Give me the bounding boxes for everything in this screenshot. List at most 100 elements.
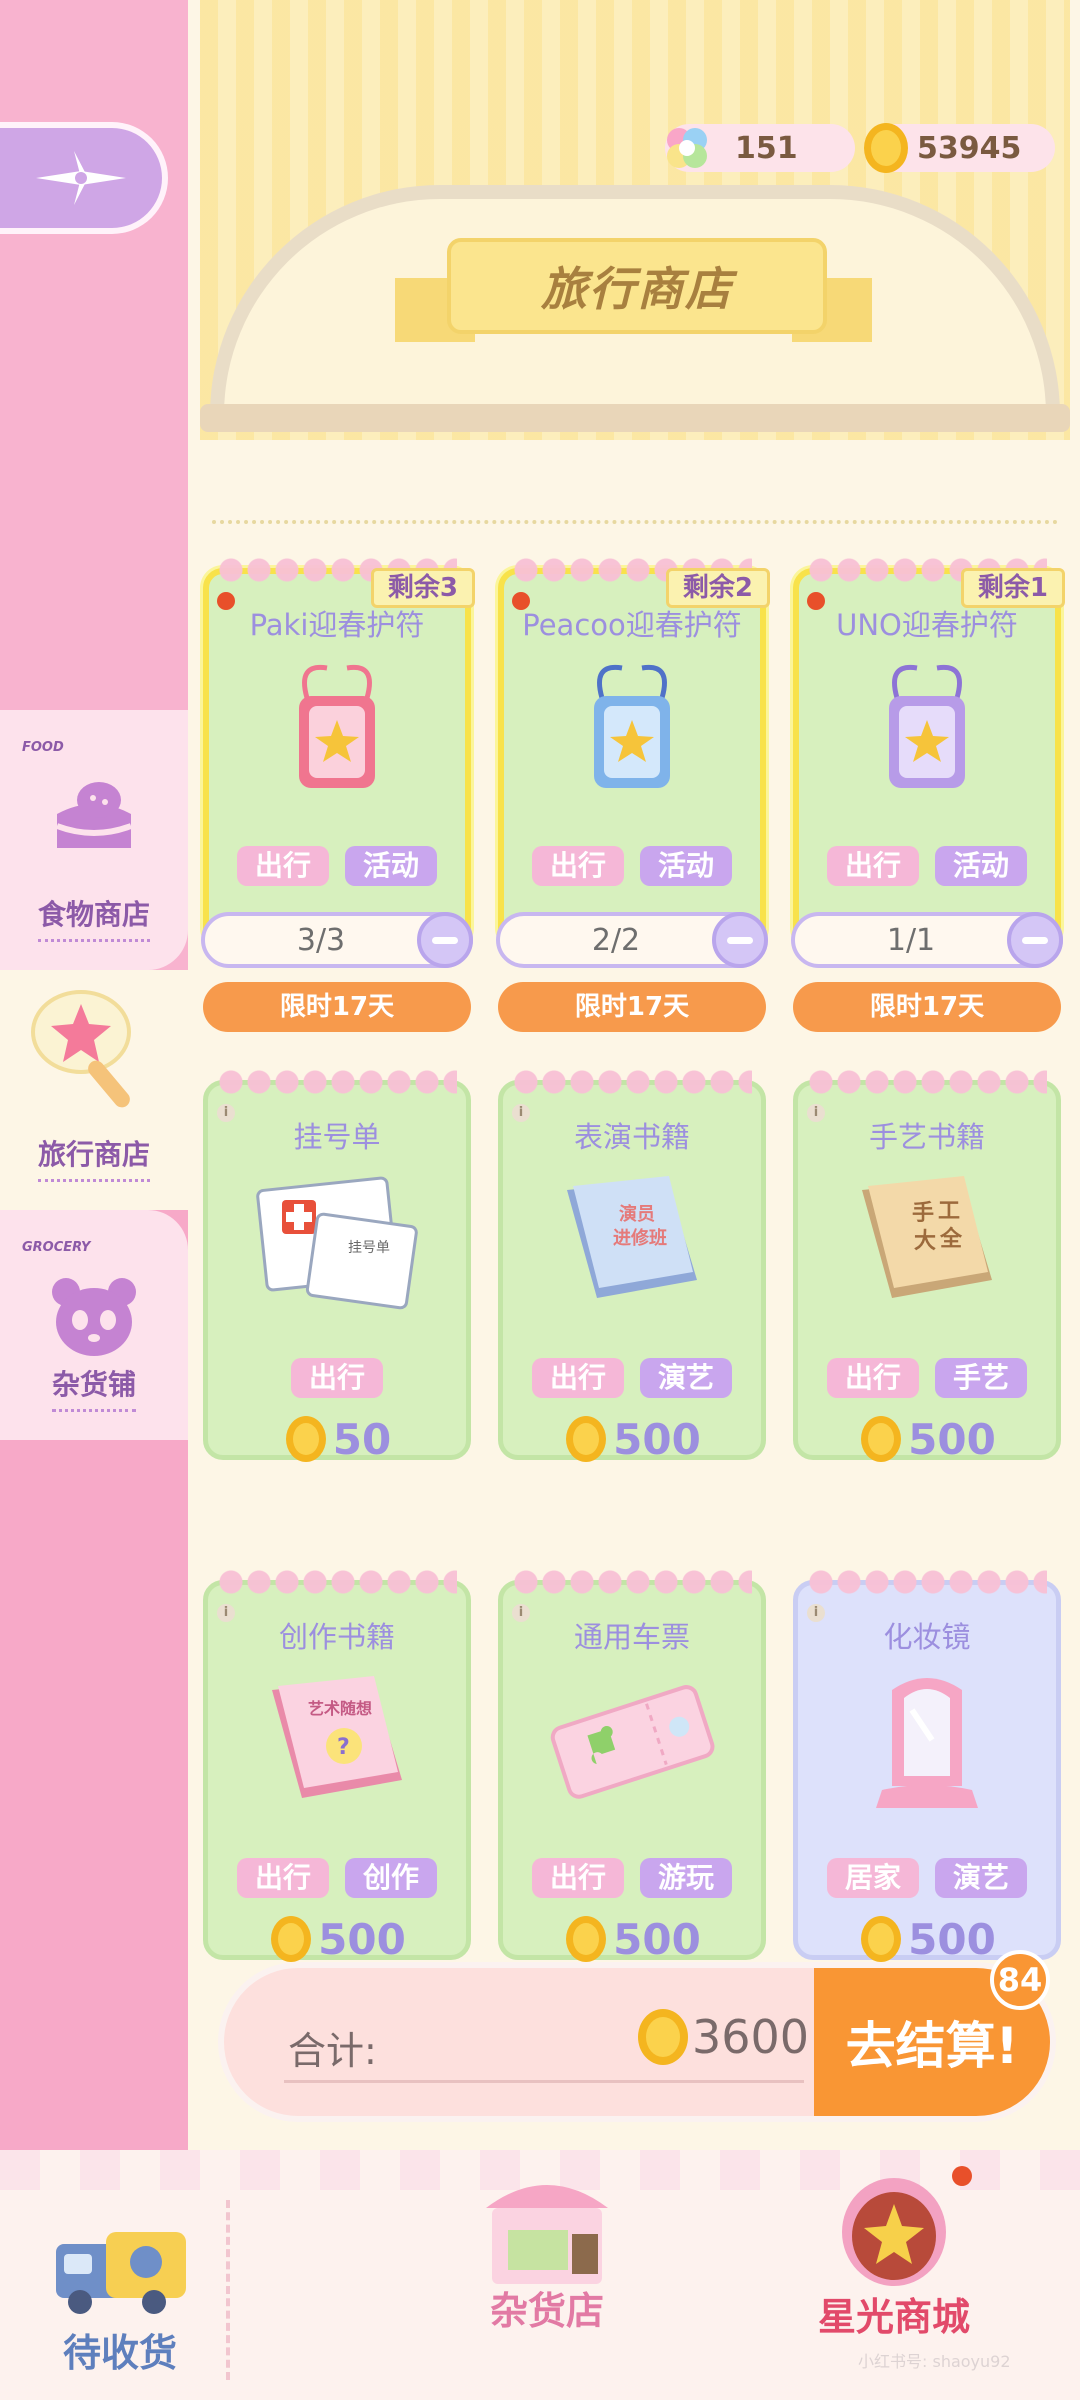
ribbon-decoration xyxy=(217,1070,457,1100)
limited-time-badge: 限时17天 xyxy=(203,982,471,1032)
form-title: 挂号单 xyxy=(348,1240,390,1256)
performance-book-icon: 演员 进修班 xyxy=(567,1176,697,1298)
product-card-peacoo-charm[interactable]: 剩余2 Peacoo迎春护符 出行 活动 2/2 xyxy=(496,558,770,968)
price: 500 xyxy=(498,1414,766,1464)
book-title-line1: 演员 xyxy=(619,1203,655,1225)
price: 50 xyxy=(203,1414,471,1464)
tag-travel: 出行 xyxy=(531,1358,624,1398)
product-card-craft-book[interactable]: i 手艺书籍 手 工 大 全 出行 手艺 500 xyxy=(793,1070,1061,1464)
price-value: 50 xyxy=(332,1414,392,1464)
creation-book-icon: 艺术随想 ? xyxy=(272,1676,402,1798)
book-title-char4: 全 xyxy=(939,1226,963,1252)
tag-row: 出行 活动 xyxy=(498,846,766,886)
page-title: 旅行商店 xyxy=(447,238,827,334)
product-card-uno-charm[interactable]: 剩余1 UNO迎春护符 出行 活动 1/1 xyxy=(791,558,1065,968)
cake-icon xyxy=(55,782,133,848)
limited-time-badge: 限时17天 xyxy=(498,982,766,1032)
tag-travel: 出行 xyxy=(236,1858,329,1898)
product-name: 创作书籍 xyxy=(278,1620,395,1654)
nav-pending-delivery[interactable]: 待收货 xyxy=(50,2226,190,2377)
product-name: 表演书籍 xyxy=(573,1120,690,1154)
sidebar-item-travel[interactable]: 旅行商店 xyxy=(0,970,188,1210)
tag-creation: 创作 xyxy=(345,1858,438,1898)
nav-label-pending: 待收货 xyxy=(62,2331,177,2375)
cart-count-badge: 84 xyxy=(990,1950,1050,2010)
price-value: 500 xyxy=(908,1414,996,1464)
product-card-creation-book[interactable]: i 创作书籍 艺术随想 ? 出行 创作 500 xyxy=(203,1570,471,1964)
craft-book-icon: 手 工 大 全 xyxy=(862,1176,992,1298)
tag-event: 活动 xyxy=(935,846,1028,886)
product-name: 手艺书籍 xyxy=(868,1120,985,1154)
minus-button[interactable] xyxy=(1007,912,1063,968)
total-value: 3600 xyxy=(692,2010,810,2064)
nav-label-starlight: 星光商城 xyxy=(818,2295,971,2339)
product-card-paki-charm[interactable]: 剩余3 Paki迎春护符 出行 活动 3/3 xyxy=(201,558,475,968)
coin-icon xyxy=(638,2009,688,2065)
limited-time-badge: 限时17天 xyxy=(793,982,1061,1032)
product-name: 通用车票 xyxy=(573,1620,690,1654)
shop-stall-icon xyxy=(486,2185,608,2284)
star-egg-icon xyxy=(842,2178,946,2286)
watermark: 小红书号: shaoyu92 xyxy=(858,2352,1011,2371)
book-title-char2: 工 xyxy=(938,1199,960,1224)
charm-icon xyxy=(594,664,670,788)
ribbon-decoration xyxy=(512,1070,752,1100)
coin-icon xyxy=(566,1416,607,1462)
product-card-performance-book[interactable]: i 表演书籍 演员 进修班 出行 演艺 500 xyxy=(498,1070,766,1464)
coin-icon xyxy=(566,1916,607,1962)
sidebar-tag-food: FOOD xyxy=(22,740,64,755)
product-card-register-form[interactable]: i 挂号单 挂号单 出行 50 xyxy=(203,1070,471,1464)
sidebar-item-food[interactable]: FOOD 食物商店 xyxy=(0,710,188,970)
product-card-vanity-mirror[interactable]: i 化妆镜 居家 演艺 500 xyxy=(793,1570,1061,1964)
sparkle-arrow-icon xyxy=(36,151,126,205)
sidebar: FOOD 食物商店 旅行商店 GROCERY 杂货铺 xyxy=(0,0,188,2150)
total-label: 合计: xyxy=(288,2029,377,2073)
tag-travel: 出行 xyxy=(531,1858,624,1898)
quantity-stepper: 3/3 xyxy=(201,912,473,968)
gem-count: 151 xyxy=(735,130,798,166)
coin-icon xyxy=(285,1416,326,1462)
star-wand-icon xyxy=(31,990,131,1108)
tag-event: 活动 xyxy=(640,846,733,886)
total-underline xyxy=(284,2080,804,2083)
product-name: 化妆镜 xyxy=(883,1620,971,1654)
ticket-icon xyxy=(550,1685,715,1799)
minus-button[interactable] xyxy=(712,912,768,968)
sidebar-label-grocery: 杂货铺 xyxy=(51,1363,136,1412)
coin-icon xyxy=(864,123,908,173)
minus-button[interactable] xyxy=(417,912,473,968)
tag-row: 出行 演艺 xyxy=(498,1358,766,1398)
book-title-char1: 手 xyxy=(912,1201,934,1226)
nav-grocery-store[interactable]: 杂货店 xyxy=(472,2168,622,2335)
tag-row: 出行 xyxy=(203,1358,471,1398)
price: 500 xyxy=(203,1914,471,1964)
tag-craft: 手艺 xyxy=(935,1358,1028,1398)
price: 500 xyxy=(498,1914,766,1964)
tag-event: 活动 xyxy=(345,846,438,886)
price-value: 500 xyxy=(318,1914,406,1964)
register-form-icon: 挂号单 xyxy=(256,1176,418,1310)
charm-icon xyxy=(889,664,965,788)
product-name: UNO迎春护符 xyxy=(836,608,1018,642)
cart-total-bar: 合计: 3600 去结算! xyxy=(218,1962,1056,2122)
tag-play: 游玩 xyxy=(640,1858,733,1898)
product-card-general-ticket[interactable]: i 通用车票 出行 游玩 500 xyxy=(498,1570,766,1964)
tag-row: 居家 演艺 xyxy=(793,1858,1061,1898)
charm-icon xyxy=(299,664,375,788)
sidebar-item-grocery[interactable]: GROCERY 杂货铺 xyxy=(0,1210,188,1440)
coin-count: 53945 xyxy=(917,130,1022,166)
tag-row: 出行 活动 xyxy=(203,846,471,886)
tag-performance: 演艺 xyxy=(640,1358,733,1398)
minus-icon xyxy=(727,936,753,944)
tag-travel: 出行 xyxy=(826,1358,919,1398)
price: 500 xyxy=(793,1414,1061,1464)
nav-starlight-mall[interactable]: 星光商城 xyxy=(818,2170,970,2341)
price-value: 500 xyxy=(908,1914,996,1964)
tag-row: 出行 游玩 xyxy=(498,1858,766,1898)
total-amount: 3600 xyxy=(634,2006,809,2068)
back-button[interactable] xyxy=(0,122,168,234)
divider xyxy=(212,520,1058,524)
notification-dot xyxy=(952,2166,972,2186)
rainbow-gem-icon xyxy=(667,128,707,168)
tag-travel: 出行 xyxy=(290,1358,383,1398)
